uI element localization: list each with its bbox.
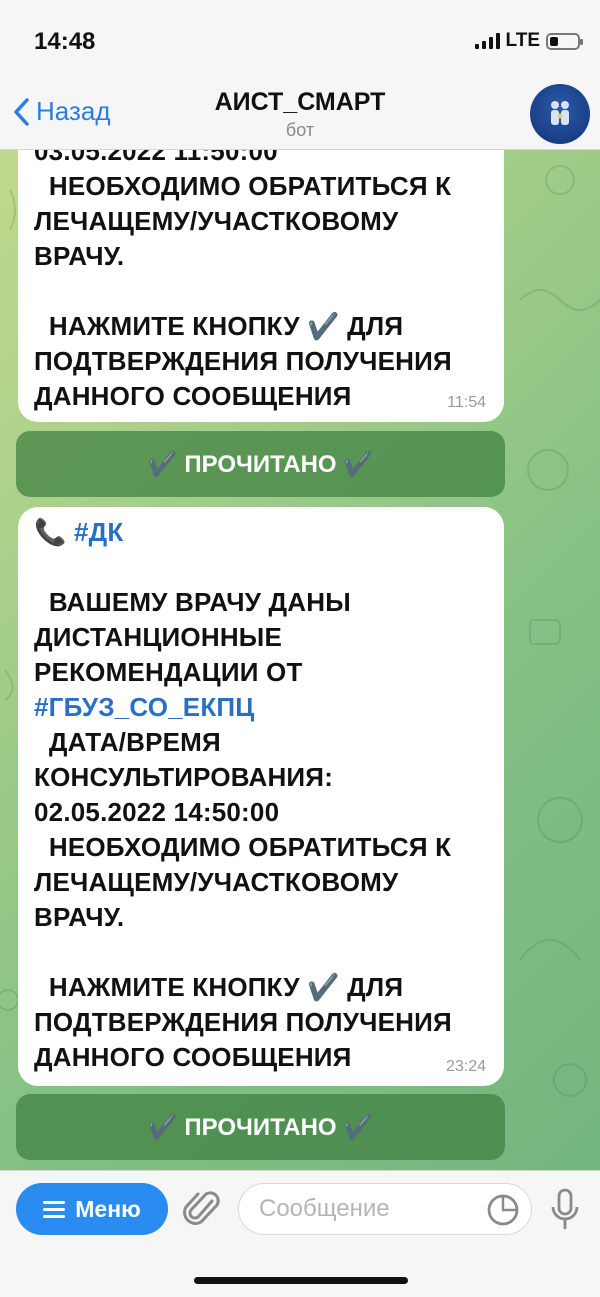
read-confirm-button[interactable]: ✔️ ПРОЧИТАНО ✔️ [16,1094,505,1160]
status-bar: 14:48 LTE [0,0,600,80]
bot-avatar[interactable] [530,84,590,144]
message-time: 11:54 [447,394,486,411]
status-indicators: LTE [474,30,583,52]
home-indicator[interactable] [194,1277,408,1284]
org-hashtag-link[interactable]: #ГБУЗ_СО_ЕКПЦ [34,690,488,725]
message-text: ВАШЕМУ ВРАЧУ ДАНЫ ДИСТАНЦИОННЫЕ РЕКОМЕНД… [34,587,351,687]
microphone-icon[interactable] [550,1187,580,1231]
attach-icon[interactable] [182,1187,222,1231]
message-time: 23:24 [445,1058,486,1075]
chat-header: Назад АИСТ_СМАРТ бот [0,80,600,150]
hashtag-link[interactable]: 📞 #ДК [34,517,123,547]
message-text: 03.05.2022 11:50:00 НЕОБХОДИМО ОБРАТИТЬС… [34,150,452,411]
message-text: ДАТА/ВРЕМЯ КОНСУЛЬТИРОВАНИЯ: 02.05.2022 … [34,727,452,1072]
chat-title[interactable]: АИСТ_СМАРТ [0,88,600,117]
message-bubble: 📞 #ДК ВАШЕМУ ВРАЧУ ДАНЫ ДИСТАНЦИОННЫЕ РЕ… [18,507,504,1086]
menu-label: Меню [75,1195,141,1222]
battery-icon [546,32,583,50]
family-icon [551,101,569,125]
sticker-icon[interactable] [486,1193,520,1227]
menu-button[interactable]: Меню [16,1183,168,1235]
menu-icon [43,1200,66,1218]
network-type: LTE [505,30,540,51]
message-tag-line: 📞 #ДК [34,515,488,550]
message-bubble: 03.05.2022 11:50:00 НЕОБХОДИМО ОБРАТИТЬС… [18,150,504,422]
signal-icon [474,33,500,49]
read-confirm-button[interactable]: ✔️ ПРОЧИТАНО ✔️ [16,431,505,497]
status-time: 14:48 [34,28,96,55]
chat-subtitle: бот [285,120,315,140]
message-list[interactable]: 03.05.2022 11:50:00 НЕОБХОДИМО ОБРАТИТЬС… [0,150,600,1170]
